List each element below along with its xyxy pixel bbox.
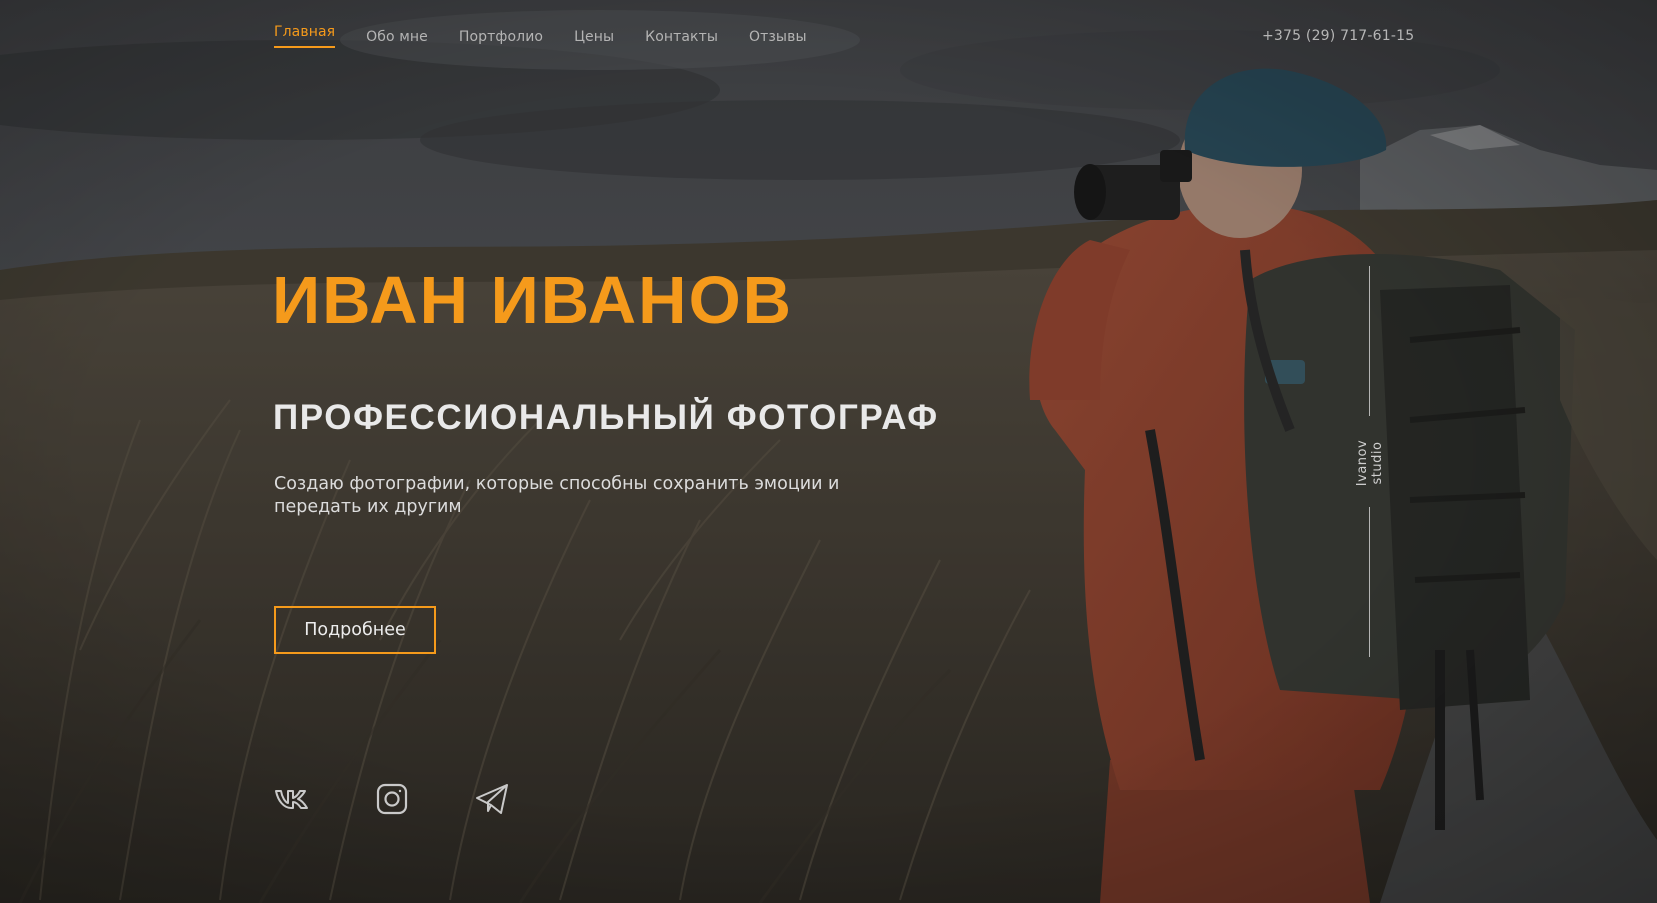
hero-title: ИВАН ИВАНОВ: [272, 263, 794, 338]
nav-item-portfolio[interactable]: Портфолио: [459, 22, 543, 45]
social-links: [273, 780, 573, 818]
more-button[interactable]: Подробнее: [274, 606, 436, 654]
nav-item-contacts[interactable]: Контакты: [645, 22, 718, 45]
hero-subtitle: ПРОФЕССИОНАЛЬНЫЙ ФОТОГРАФ: [273, 398, 939, 437]
divider-line-bottom: [1369, 507, 1370, 657]
main-nav: Главная Обо мне Портфолио Цены Контакты …: [274, 22, 807, 48]
nav-item-about[interactable]: Обо мне: [366, 22, 428, 45]
vk-icon[interactable]: [273, 780, 311, 818]
studio-mark-line2: studio: [1370, 441, 1385, 485]
divider-line-top: [1369, 266, 1370, 416]
studio-mark-line1: Ivanov: [1355, 439, 1370, 487]
nav-item-reviews[interactable]: Отзывы: [749, 22, 807, 45]
studio-mark: Ivanov studio: [1355, 433, 1385, 493]
nav-item-home[interactable]: Главная: [274, 22, 336, 48]
phone-link[interactable]: +375 (29) 717-61-15: [1262, 28, 1414, 44]
nav-item-prices[interactable]: Цены: [574, 22, 614, 45]
instagram-icon[interactable]: [373, 780, 411, 818]
telegram-icon[interactable]: [473, 780, 511, 818]
hero-description: Создаю фотографии, которые способны сохр…: [274, 474, 840, 517]
hero-background-photo: [0, 0, 1657, 903]
